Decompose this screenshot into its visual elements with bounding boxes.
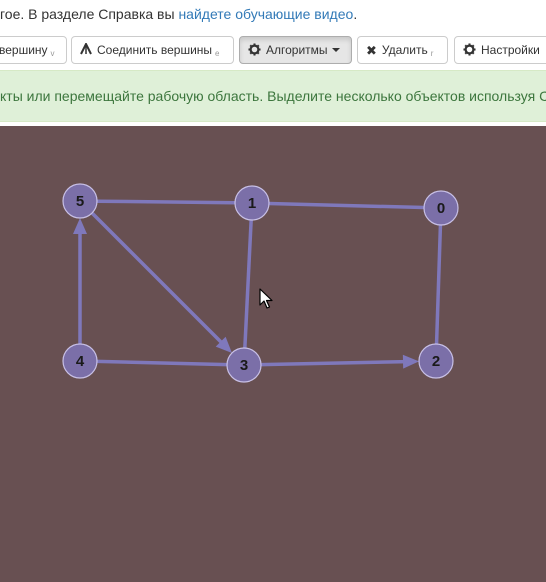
close-icon: ✖ (366, 42, 377, 58)
arrowhead-icon (402, 354, 420, 369)
vertex-2[interactable]: 2 (418, 343, 454, 379)
edge-5-3[interactable] (90, 211, 232, 353)
chevron-down-icon (331, 48, 340, 52)
connect-vertices-label: Соединить вершины (97, 43, 213, 57)
vertex-label: 1 (248, 195, 256, 212)
delete-button[interactable]: ✖ Удалить r (357, 36, 448, 64)
edge-line[interactable] (268, 201, 425, 210)
vertex-label: 3 (240, 357, 248, 374)
info-bar: кты или перемещайте рабочую область. Выд… (0, 70, 546, 122)
edge-1-0[interactable] (268, 201, 425, 210)
vertex-label: 5 (76, 193, 84, 210)
mouse-cursor-icon (259, 288, 273, 315)
edge-line[interactable] (90, 211, 225, 346)
vertex-label: 2 (432, 353, 440, 370)
algorithms-label: Алгоритмы (266, 43, 328, 57)
edge-line[interactable] (434, 224, 443, 345)
gear-icon (463, 42, 476, 58)
arrowhead-icon (73, 218, 87, 234)
edge-4-5[interactable] (73, 218, 87, 344)
delete-hotkey: r (430, 48, 434, 58)
settings-label: Настройки (481, 43, 540, 57)
vertices-layer: 5 1 0 4 3 2 (62, 183, 459, 383)
edge-line[interactable] (96, 359, 228, 367)
gear-icon (248, 42, 261, 58)
add-vertex-hotkey: v (50, 48, 55, 58)
toolbar: вершину v Соединить вершины e Алгоритмы … (0, 36, 546, 66)
edge-1-3[interactable] (243, 219, 253, 349)
tutorial-videos-link[interactable]: найдете обучающие видео (178, 6, 353, 22)
help-prefix: гое. В разделе Справка вы (0, 6, 179, 22)
add-vertex-button[interactable]: вершину v (0, 36, 67, 64)
info-text: кты или перемещайте рабочую область. Выд… (0, 88, 546, 104)
help-suffix: . (353, 6, 358, 22)
vertex-5[interactable]: 5 (62, 183, 98, 219)
vertex-1[interactable]: 1 (234, 185, 270, 221)
edge-3-2[interactable] (260, 354, 420, 369)
connect-vertices-button[interactable]: Соединить вершины e (71, 36, 234, 64)
vertex-3[interactable]: 3 (226, 347, 262, 383)
edge-5-1[interactable] (96, 199, 236, 205)
app-root: гое. В разделе Справка вы найдете обучаю… (0, 0, 546, 582)
connect-vertices-hotkey: e (215, 48, 220, 58)
help-line: гое. В разделе Справка вы найдете обучаю… (0, 6, 357, 26)
graph-svg[interactable]: 5 1 0 4 3 2 (0, 126, 546, 582)
add-vertex-label: вершину (0, 43, 48, 57)
edge-0-2[interactable] (434, 224, 443, 345)
algorithms-dropdown-button[interactable]: Алгоритмы (239, 36, 352, 64)
delete-label: Удалить (381, 43, 428, 57)
vertex-0[interactable]: 0 (423, 190, 459, 226)
edge-line[interactable] (96, 199, 236, 205)
edge-line[interactable] (243, 219, 253, 349)
edge-4-3[interactable] (96, 359, 228, 367)
settings-button[interactable]: Настройки (454, 36, 546, 64)
vertex-label: 4 (76, 353, 85, 370)
edge-line[interactable] (260, 359, 408, 367)
vertex-label: 0 (437, 200, 445, 217)
vertex-4[interactable]: 4 (62, 343, 98, 379)
edges-layer (73, 199, 443, 369)
connect-edge-icon (80, 41, 92, 57)
